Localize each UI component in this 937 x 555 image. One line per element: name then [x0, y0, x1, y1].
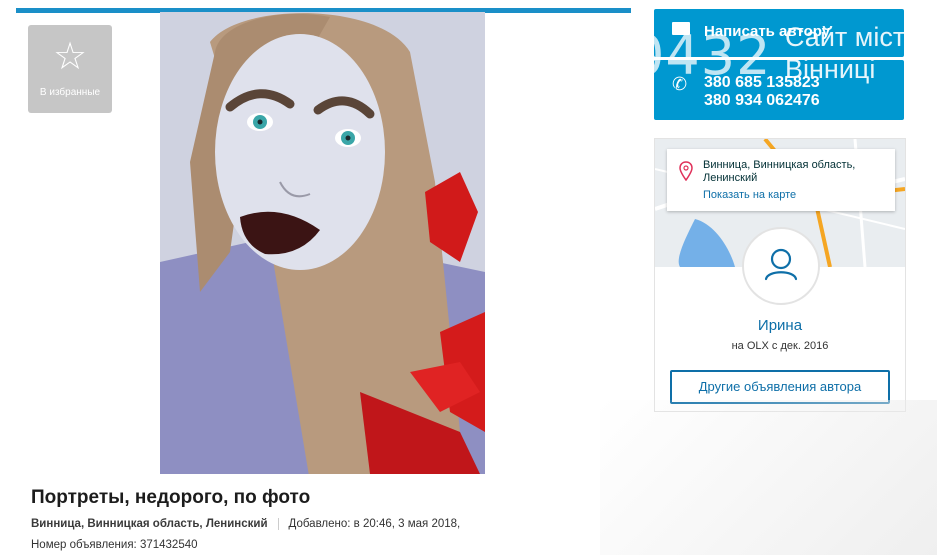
portrait-image [160, 12, 485, 474]
address-line-2: Ленинский [703, 172, 758, 184]
meta-divider [277, 518, 279, 530]
star-icon: ☆ [52, 36, 88, 78]
ad-meta: Винница, Винницкая область, Ленинский Доб… [31, 518, 460, 530]
show-on-map-link[interactable]: Показать на карте [703, 189, 796, 201]
bottom-right-fade [600, 400, 937, 555]
phone-number-2: 380 934 062476 [704, 92, 820, 109]
seller-address: Винница, Винницкая область, Ленинский [703, 159, 855, 185]
location-pin-icon [679, 161, 693, 181]
add-to-favorites-button[interactable]: ☆ В избранные [28, 25, 112, 113]
write-author-label: Написать автору [704, 23, 831, 40]
ad-added-date: Добавлено: в 20:46, 3 мая 2018, [288, 518, 461, 531]
ad-id: Номер объявления: 371432540 [31, 539, 198, 551]
address-line-1: Винница, Винницкая область, [703, 159, 856, 171]
seller-since: на OLX с дек. 2016 [731, 340, 829, 352]
seller-avatar[interactable] [742, 227, 820, 305]
ad-location[interactable]: Винница, Винницкая область, Ленинский [31, 518, 268, 530]
location-box: Винница, Винницкая область, Ленинский По… [667, 149, 895, 211]
ad-title: Портреты, недорого, по фото [31, 487, 311, 508]
favorites-label: В избранные [39, 87, 101, 98]
seller-name[interactable]: Ирина [655, 317, 905, 334]
ad-photo[interactable] [160, 12, 485, 474]
show-phone-button[interactable]: ✆ 380 685 135823 380 934 062476 [654, 60, 904, 120]
user-icon [764, 248, 798, 281]
phone-icon: ✆ [672, 74, 688, 94]
write-author-button[interactable]: Написать автору [654, 9, 904, 57]
envelope-icon [672, 22, 690, 35]
seller-card: Винница, Винницкая область, Ленинский По… [654, 138, 906, 412]
phone-number-1: 380 685 135823 [704, 74, 820, 91]
other-ads-button[interactable]: Другие объявления автора [670, 370, 890, 404]
